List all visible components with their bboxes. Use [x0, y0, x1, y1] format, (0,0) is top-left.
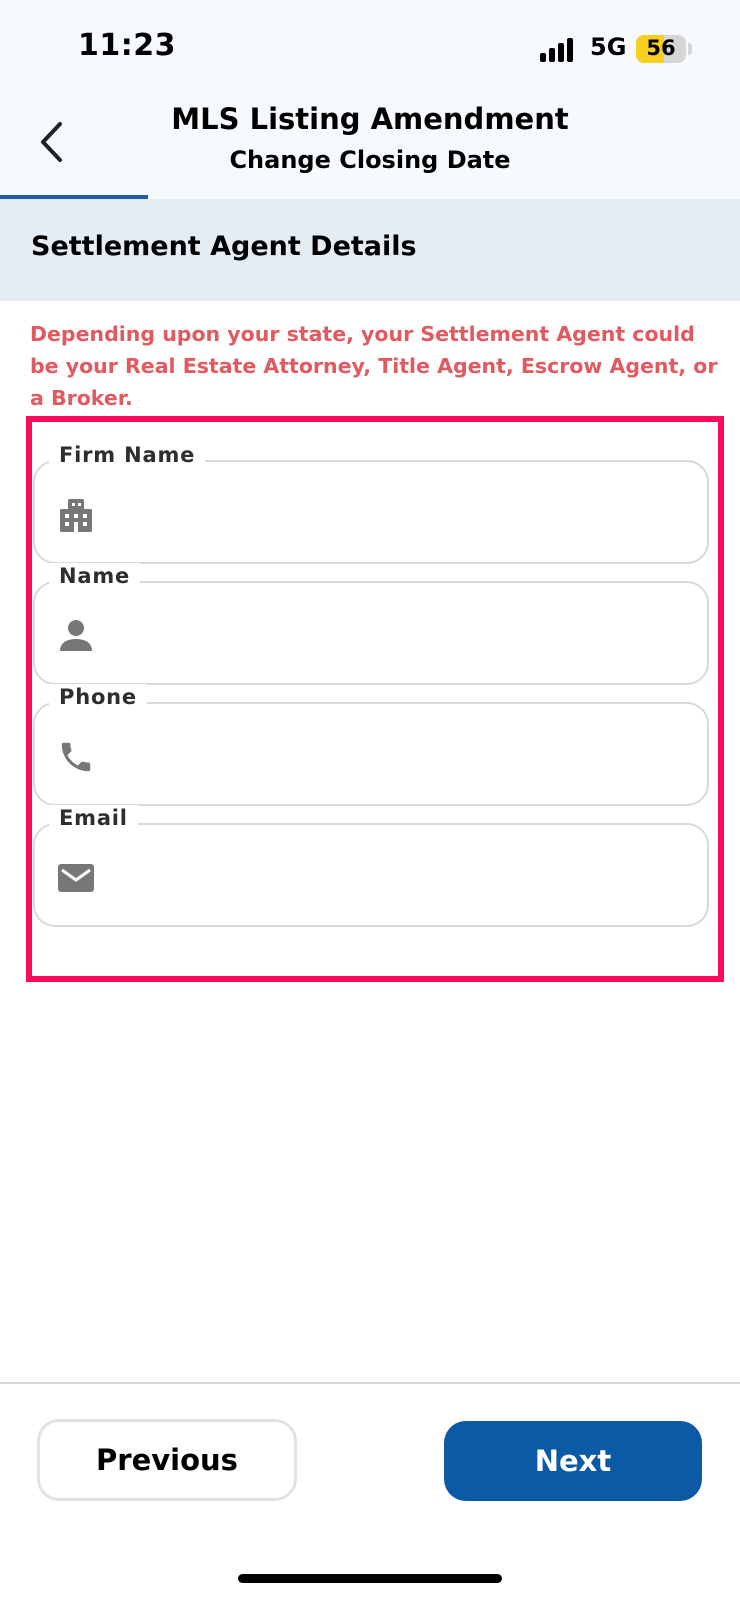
name-label: Name [49, 563, 141, 589]
email-label: Email [49, 805, 138, 831]
section-header: Settlement Agent Details [0, 199, 740, 301]
home-indicator [238, 1574, 502, 1583]
building-icon [60, 499, 92, 532]
phone-field[interactable]: Phone [33, 684, 709, 806]
email-field[interactable]: Email [33, 805, 709, 927]
name-field[interactable]: Name [33, 563, 709, 685]
phone-icon [61, 742, 91, 772]
status-time: 11:23 [78, 28, 176, 63]
section-title: Settlement Agent Details [31, 231, 417, 262]
signal-icon [540, 38, 580, 62]
phone-label: Phone [49, 684, 147, 710]
firm-name-field[interactable]: Firm Name [33, 442, 709, 564]
next-button[interactable]: Next [444, 1421, 702, 1501]
battery-nub [688, 43, 692, 55]
previous-button[interactable]: Previous [37, 1419, 297, 1501]
app-header: 11:23 5G 56 MLS Listing Amendment Change… [0, 0, 740, 199]
network-type: 5G [590, 33, 627, 61]
firm-name-label: Firm Name [49, 442, 206, 468]
settlement-agent-notice: Depending upon your state, your Settleme… [30, 322, 718, 410]
person-icon [60, 620, 92, 651]
page-subtitle: Change Closing Date [229, 146, 511, 174]
battery-level: 56 [646, 36, 676, 60]
footer-divider [0, 1382, 740, 1384]
page-title: MLS Listing Amendment [171, 102, 569, 136]
battery-icon: 56 [636, 35, 686, 63]
mail-icon [58, 864, 94, 892]
